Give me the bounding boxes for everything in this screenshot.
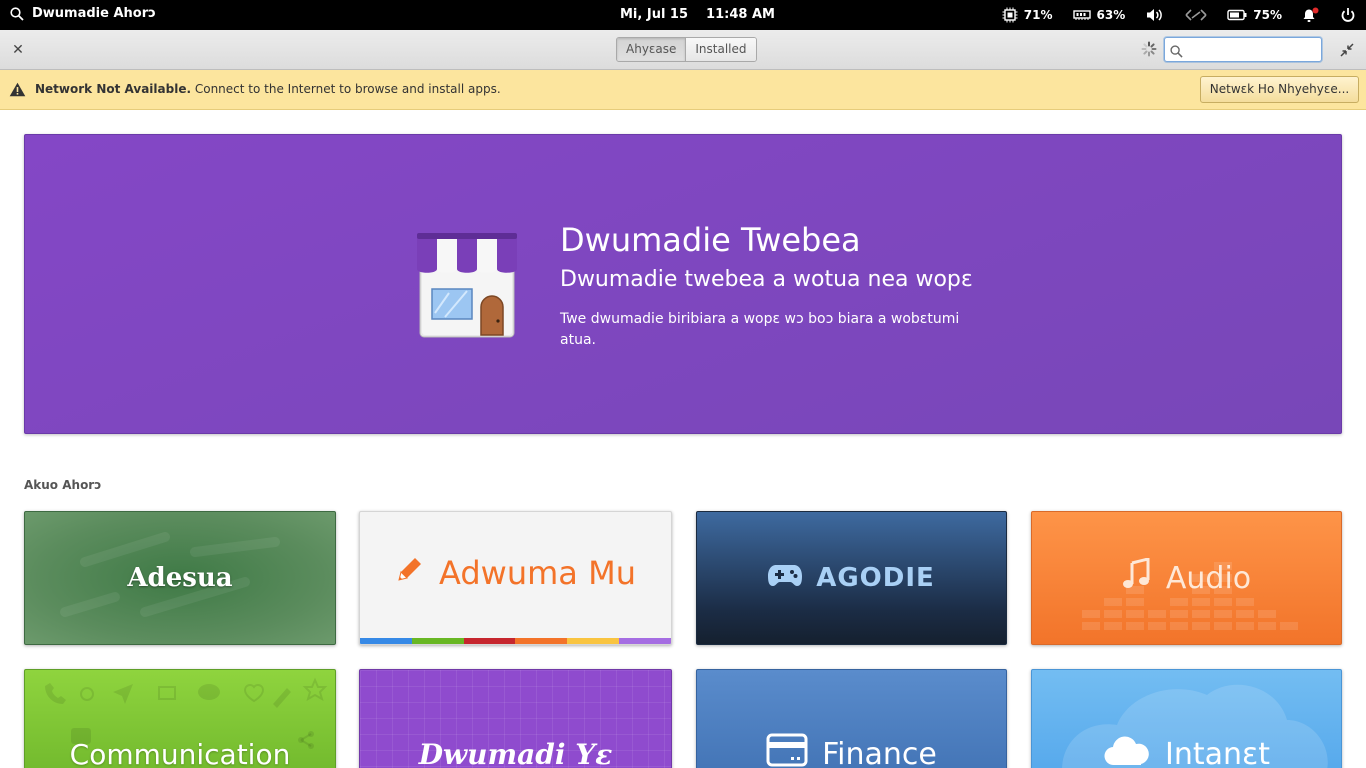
category-finance[interactable]: Finance bbox=[696, 669, 1007, 768]
volume-icon bbox=[1145, 7, 1165, 23]
battery-icon bbox=[1227, 9, 1247, 21]
header-bar: ✕ Ahyɛase Installed bbox=[0, 30, 1366, 70]
power-indicator[interactable]: 75% bbox=[1217, 8, 1292, 22]
category-label: Intanɛt bbox=[1165, 736, 1270, 768]
category-communication[interactable]: Communication bbox=[24, 669, 336, 768]
infobar-title: Network Not Available. bbox=[35, 82, 192, 96]
category-education[interactable]: Adesua bbox=[24, 511, 336, 645]
category-office[interactable]: Adwuma Mu bbox=[359, 511, 672, 645]
tab-installed[interactable]: Installed bbox=[685, 38, 756, 61]
cpu-indicator[interactable]: 71% bbox=[992, 7, 1063, 23]
category-audio[interactable]: Audio bbox=[1031, 511, 1342, 645]
notifications-indicator[interactable] bbox=[1292, 7, 1330, 23]
network-infobar: Network Not Available. Connect to the In… bbox=[0, 70, 1366, 110]
close-button[interactable]: ✕ bbox=[10, 42, 26, 58]
featured-banner[interactable]: Dwumadie Twebea Dwumadie twebea a wotua … bbox=[24, 134, 1342, 434]
warning-icon bbox=[9, 82, 26, 100]
cloud-icon bbox=[1103, 733, 1151, 768]
time-label: 11:48 AM bbox=[706, 7, 775, 22]
category-label: Finance bbox=[822, 736, 937, 768]
applications-menu[interactable]: Dwumadie Ahorɔ bbox=[10, 6, 156, 21]
sound-indicator[interactable] bbox=[1135, 7, 1175, 23]
battery-value: 75% bbox=[1253, 8, 1282, 22]
category-label: AGODIE bbox=[816, 563, 935, 593]
search-icon bbox=[1170, 43, 1183, 62]
credit-card-icon bbox=[766, 733, 808, 768]
color-stripe bbox=[360, 638, 671, 644]
banner-subtitle: Dwumadie twebea a wotua nea wopɛ bbox=[560, 267, 973, 292]
session-indicator[interactable] bbox=[1330, 7, 1366, 23]
category-label: Adesua bbox=[127, 563, 233, 593]
cpu-value: 71% bbox=[1023, 8, 1053, 22]
top-panel: Dwumadie Ahorɔ Mi, Jul 15 11:48 AM 71% 6… bbox=[0, 0, 1366, 30]
banner-title: Dwumadie Twebea bbox=[560, 221, 861, 259]
appcenter-store-icon bbox=[411, 231, 523, 347]
app-title: Dwumadie Ahorɔ bbox=[32, 6, 156, 21]
network-indicator[interactable] bbox=[1175, 8, 1217, 22]
network-settings-button[interactable]: Netwɛk Ho Nhyehyɛe... bbox=[1200, 76, 1359, 103]
view-mode-switcher: Ahyɛase Installed bbox=[616, 37, 757, 62]
date-label: Mi, Jul 15 bbox=[620, 7, 689, 22]
unmaximize-button[interactable] bbox=[1340, 42, 1354, 61]
search-field[interactable] bbox=[1164, 37, 1322, 62]
tab-home[interactable]: Ahyɛase bbox=[617, 38, 686, 61]
category-internet[interactable]: Intanɛt bbox=[1031, 669, 1342, 768]
category-label: Audio bbox=[1165, 560, 1252, 596]
loading-spinner-icon bbox=[1141, 41, 1157, 61]
power-icon bbox=[1340, 7, 1356, 23]
category-label: Dwumadi Yɛ bbox=[418, 737, 613, 768]
music-note-icon bbox=[1122, 557, 1152, 598]
pencil-icon bbox=[395, 554, 425, 592]
bell-icon bbox=[1302, 7, 1320, 23]
banner-description: Twe dwumadie biribiara a wopɛ wɔ boɔ bia… bbox=[560, 311, 960, 348]
datetime-indicator[interactable]: Mi, Jul 15 11:48 AM bbox=[620, 7, 775, 22]
close-icon: ✕ bbox=[12, 42, 24, 58]
gamepad-icon bbox=[768, 563, 803, 594]
restore-icon bbox=[1340, 42, 1354, 61]
categories-heading: Akuo Ahorɔ bbox=[24, 478, 102, 492]
infobar-text: Connect to the Internet to browse and in… bbox=[194, 82, 501, 96]
cpu-icon bbox=[1002, 7, 1018, 23]
memory-icon bbox=[1072, 9, 1091, 21]
indicators: 71% 63% 75% bbox=[992, 0, 1366, 30]
category-label: Communication bbox=[69, 737, 291, 768]
category-games[interactable]: AGODIE bbox=[696, 511, 1007, 645]
network-disconnected-icon bbox=[1185, 8, 1207, 22]
infobar-message: Network Not Available. Connect to the In… bbox=[35, 82, 501, 96]
category-label: Adwuma Mu bbox=[439, 554, 636, 592]
category-development[interactable]: Dwumadi Yɛ bbox=[359, 669, 672, 768]
memory-value: 63% bbox=[1096, 8, 1126, 22]
search-input[interactable] bbox=[1187, 40, 1317, 59]
search-icon bbox=[10, 6, 24, 21]
memory-indicator[interactable]: 63% bbox=[1063, 8, 1136, 22]
